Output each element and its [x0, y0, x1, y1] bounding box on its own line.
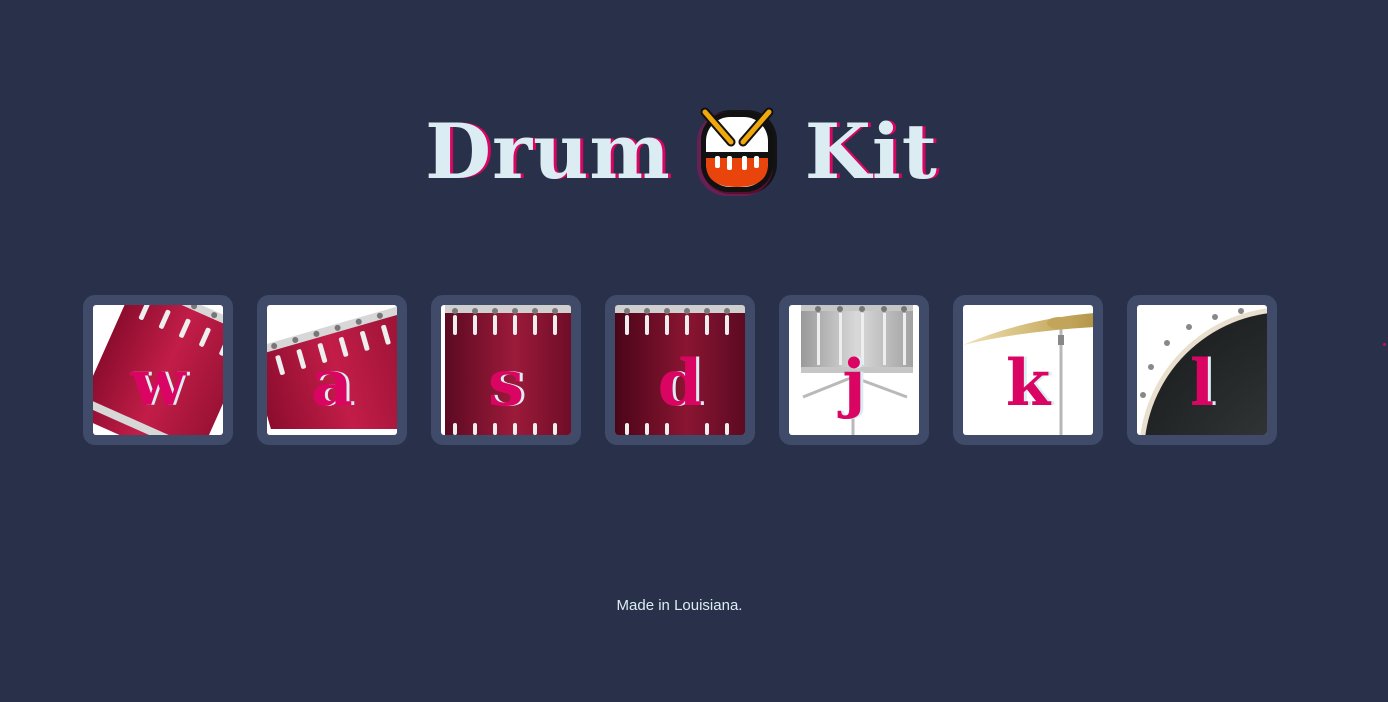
drum-pad-s[interactable]: s — [431, 295, 581, 445]
tom-drum-icon: w — [93, 305, 223, 435]
drum-pad-k[interactable]: k — [953, 295, 1103, 445]
drum-pad-set: w a s d j k l — [83, 295, 1278, 445]
crash-cymbal-icon: k — [963, 305, 1093, 435]
pad-key-label: k — [1005, 346, 1051, 421]
tom-drum-icon: a — [267, 305, 397, 435]
drum-kit-page: Drum Kit w a s d j k l Made in Louisiana… — [0, 0, 1388, 702]
pad-key-label: j — [842, 346, 866, 421]
drum-pad-a[interactable]: a — [257, 295, 407, 445]
drum-pad-d[interactable]: d — [605, 295, 755, 445]
pad-key-label: w — [130, 346, 186, 421]
title-word-kit: Kit — [804, 106, 938, 196]
floor-tom-icon: d — [615, 305, 745, 435]
kick-drum-icon: l — [1137, 305, 1267, 435]
title-word-drum: Drum — [425, 106, 671, 196]
decorative-dot — [1383, 343, 1386, 346]
drum-pad-j[interactable]: j — [779, 295, 929, 445]
floor-tom-icon: s — [441, 305, 571, 435]
pad-key-label: d — [657, 346, 703, 421]
page-title: Drum Kit — [0, 91, 1363, 207]
drum-emoji-icon — [695, 104, 779, 200]
pad-key-label: a — [311, 346, 353, 421]
pad-key-label: s — [487, 346, 525, 421]
footer-text: Made in Louisiana. — [616, 597, 743, 614]
drum-pad-w[interactable]: w — [83, 295, 233, 445]
pad-key-label: l — [1189, 346, 1215, 421]
drum-pad-l[interactable]: l — [1127, 295, 1277, 445]
snare-drum-icon: j — [789, 305, 919, 435]
